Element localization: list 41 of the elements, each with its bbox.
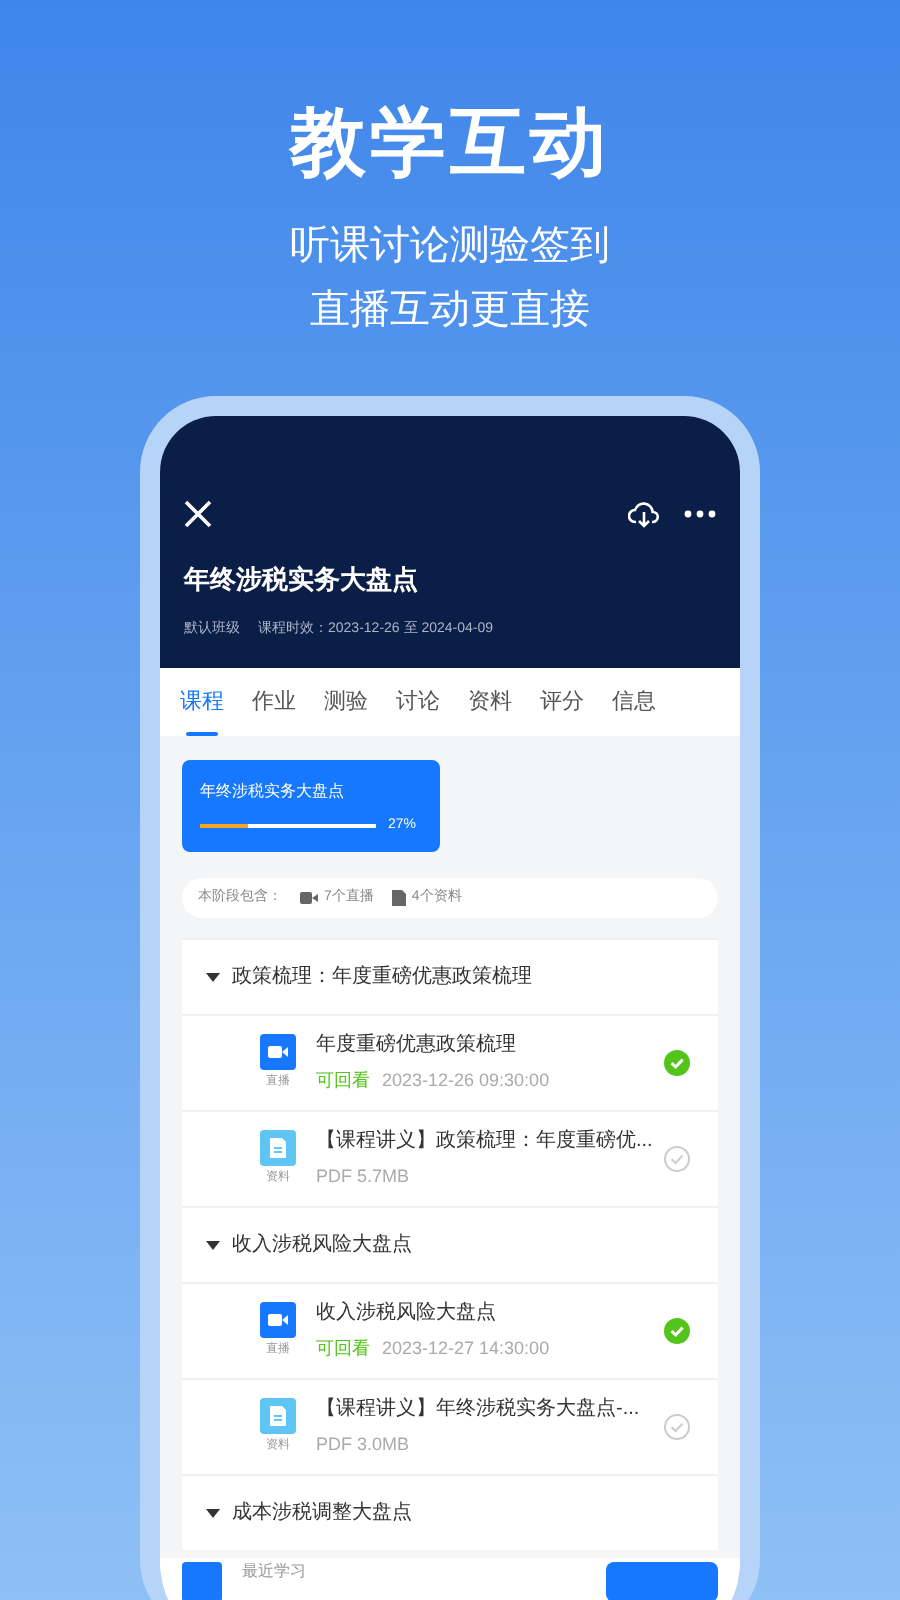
tab[interactable]: 作业 (252, 668, 296, 736)
headline: 教学互动 (290, 100, 610, 190)
chapter-header[interactable]: 政策梳理：年度重磅优惠政策梳理 (182, 938, 718, 1014)
lesson-title: 收入涉税风险大盘点 (316, 1299, 498, 1329)
cloud-download-icon[interactable] (628, 500, 660, 528)
recent-label: 最近学习 (242, 1562, 308, 1580)
tab[interactable]: 评分 (540, 668, 584, 736)
document-icon (260, 1398, 296, 1434)
video-icon (260, 1302, 296, 1338)
replay-status: 可回看 (316, 1068, 370, 1095)
close-icon[interactable] (184, 500, 212, 528)
document-icon (260, 1130, 296, 1166)
lesson-meta: 2023-12-26 09:30:00 (382, 1068, 550, 1095)
lesson-title: 年度重磅优惠政策梳理 (316, 1031, 518, 1061)
more-icon[interactable] (684, 510, 716, 518)
chapter-title: 政策梳理：年度重磅优惠政策梳理 (232, 963, 532, 992)
tab[interactable]: 测验 (324, 668, 368, 736)
tab[interactable]: 信息 (612, 668, 656, 736)
video-icon (260, 1034, 296, 1070)
chapter-title: 成本涉税调整大盘点 (232, 1499, 412, 1528)
subtitle: 直播互动更直接 (310, 286, 590, 336)
tab[interactable]: 资料 (468, 668, 512, 736)
caret-icon (206, 1238, 220, 1252)
caret-icon (206, 970, 220, 984)
caret-icon (206, 1506, 220, 1520)
lesson-meta: PDF 5.7MB (316, 1164, 410, 1191)
chapter-header[interactable]: 成本涉税调整大盘点 (182, 1474, 718, 1550)
lesson-title: 【课程讲义】政策梳理：年度重磅优... (316, 1127, 655, 1157)
video-icon (300, 892, 318, 904)
tab[interactable]: 讨论 (396, 668, 440, 736)
stage-title: 年终涉税实务大盘点 (200, 780, 346, 804)
chapter-title: 收入涉税风险大盘点 (232, 1231, 412, 1260)
tab[interactable]: 课程 (180, 668, 224, 736)
lesson-meta: 2023-12-27 14:30:00 (382, 1336, 550, 1363)
document-icon (391, 890, 406, 906)
replay-status: 可回看 (316, 1336, 370, 1363)
subtitle: 听课讨论测验签到 (290, 222, 610, 272)
course-title: 年终涉税实务大盘点 (184, 562, 420, 598)
chapter-header[interactable]: 收入涉税风险大盘点 (182, 1206, 718, 1282)
lesson-title: 【课程讲义】年终涉税实务大盘点-... (316, 1395, 642, 1425)
lesson-meta: PDF 3.0MB (316, 1432, 410, 1459)
